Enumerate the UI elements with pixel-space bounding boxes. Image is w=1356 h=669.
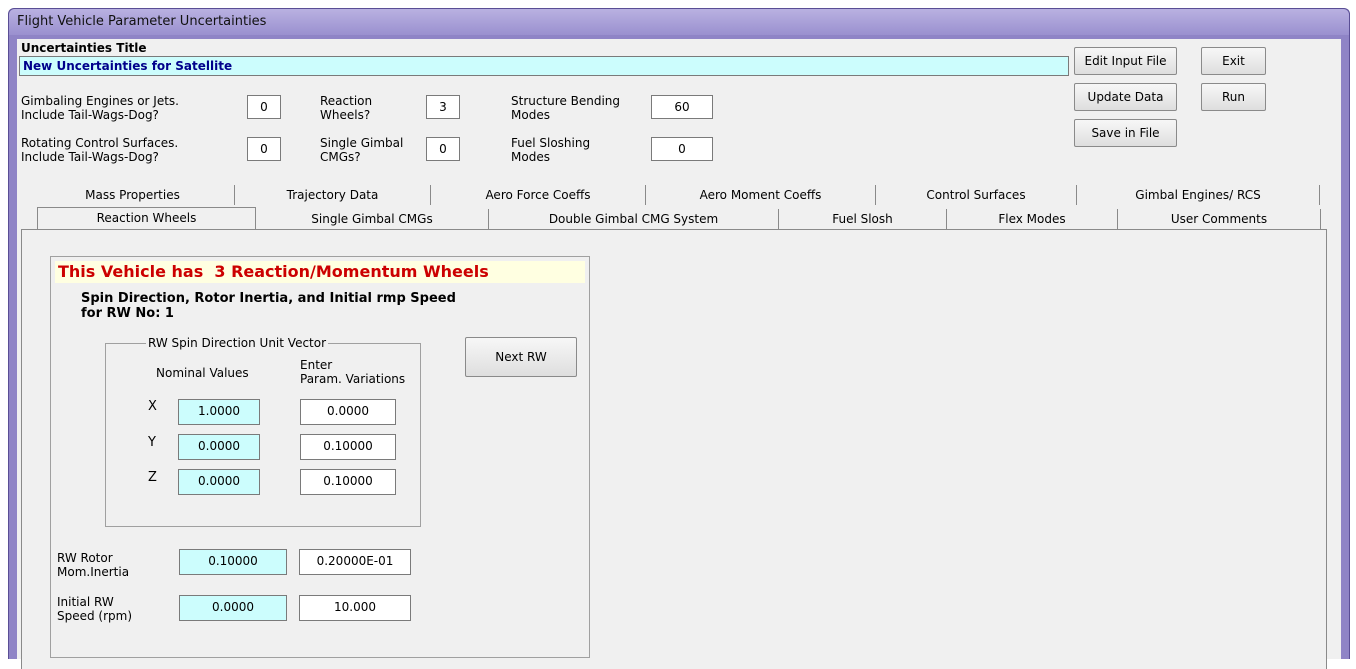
tab-aero-force-coeffs[interactable]: Aero Force Coeffs bbox=[431, 185, 646, 205]
nominal-z-field[interactable]: 0.0000 bbox=[178, 469, 260, 495]
tab-fuel-slosh[interactable]: Fuel Slosh bbox=[779, 209, 947, 229]
gimbaling-engines-label: Gimbaling Engines or Jets. Include Tail-… bbox=[21, 94, 179, 122]
initial-speed-variation-field[interactable]: 10.000 bbox=[299, 595, 411, 621]
reaction-wheels-field[interactable]: 3 bbox=[426, 95, 460, 119]
main-window: Flight Vehicle Parameter Uncertainties U… bbox=[8, 8, 1350, 669]
tab-aero-moment-coeffs[interactable]: Aero Moment Coeffs bbox=[646, 185, 876, 205]
axis-y-label: Y bbox=[148, 435, 156, 450]
variation-x-field[interactable]: 0.0000 bbox=[300, 399, 396, 425]
rotor-inertia-label: RW Rotor Mom.Inertia bbox=[57, 551, 130, 579]
nominal-x-field[interactable]: 1.0000 bbox=[178, 399, 260, 425]
spin-direction-subtitle: Spin Direction, Rotor Inertia, and Initi… bbox=[81, 291, 456, 321]
rotor-inertia-nominal-field[interactable]: 0.10000 bbox=[179, 549, 287, 575]
tab-panel: This Vehicle has 3 Reaction/Momentum Whe… bbox=[21, 229, 1327, 669]
tab-control-surfaces[interactable]: Control Surfaces bbox=[876, 185, 1077, 205]
param-variations-label: Enter Param. Variations bbox=[300, 358, 406, 386]
title-bar[interactable]: Flight Vehicle Parameter Uncertainties bbox=[9, 9, 1349, 35]
exit-button[interactable]: Exit bbox=[1201, 47, 1266, 75]
edit-input-file-button[interactable]: Edit Input File bbox=[1074, 47, 1177, 75]
client-area: Uncertainties Title New Uncertainties fo… bbox=[17, 39, 1341, 669]
gimbaling-engines-field[interactable]: 0 bbox=[247, 95, 281, 119]
variation-z-field[interactable]: 0.10000 bbox=[300, 469, 396, 495]
initial-speed-nominal-field[interactable]: 0.0000 bbox=[179, 595, 287, 621]
variation-y-field[interactable]: 0.10000 bbox=[300, 434, 396, 460]
fuel-sloshing-label: Fuel Sloshing Modes bbox=[511, 136, 591, 164]
nominal-y-field[interactable]: 0.0000 bbox=[178, 434, 260, 460]
tab-flex-modes[interactable]: Flex Modes bbox=[947, 209, 1118, 229]
reaction-wheels-label: Reaction Wheels? bbox=[320, 94, 373, 122]
axis-x-label: X bbox=[148, 399, 157, 414]
tab-double-gimbal-cmg-system[interactable]: Double Gimbal CMG System bbox=[489, 209, 779, 229]
tab-reaction-wheels[interactable]: Reaction Wheels bbox=[37, 207, 256, 229]
update-data-button[interactable]: Update Data bbox=[1074, 83, 1177, 111]
rotating-surfaces-label: Rotating Control Surfaces. Include Tail-… bbox=[21, 136, 179, 164]
rotating-surfaces-field[interactable]: 0 bbox=[247, 137, 281, 161]
nominal-values-label: Nominal Values bbox=[156, 366, 249, 380]
structure-bending-label: Structure Bending Modes bbox=[511, 94, 621, 122]
rw-frame: This Vehicle has 3 Reaction/Momentum Whe… bbox=[50, 256, 590, 658]
uncertainties-title-label: Uncertainties Title bbox=[21, 41, 147, 55]
vehicle-rw-header: This Vehicle has 3 Reaction/Momentum Whe… bbox=[55, 261, 585, 283]
tab-trajectory-data[interactable]: Trajectory Data bbox=[235, 185, 431, 205]
save-in-file-button[interactable]: Save in File bbox=[1074, 119, 1177, 147]
spin-direction-group-title: RW Spin Direction Unit Vector bbox=[146, 336, 329, 350]
rotor-inertia-variation-field[interactable]: 0.20000E-01 bbox=[299, 549, 411, 575]
fuel-sloshing-field[interactable]: 0 bbox=[651, 137, 713, 161]
single-gimbal-label: Single Gimbal CMGs? bbox=[320, 136, 404, 164]
tab-single-gimbal-cmgs[interactable]: Single Gimbal CMGs bbox=[256, 209, 489, 229]
run-button[interactable]: Run bbox=[1201, 83, 1266, 111]
next-rw-button[interactable]: Next RW bbox=[465, 337, 577, 377]
initial-speed-label: Initial RW Speed (rpm) bbox=[57, 595, 133, 623]
structure-bending-field[interactable]: 60 bbox=[651, 95, 713, 119]
tab-mass-properties[interactable]: Mass Properties bbox=[31, 185, 235, 205]
uncertainties-title-input[interactable]: New Uncertainties for Satellite bbox=[19, 56, 1069, 76]
tab-gimbal-engines-rcs[interactable]: Gimbal Engines/ RCS bbox=[1077, 185, 1320, 205]
single-gimbal-field[interactable]: 0 bbox=[426, 137, 460, 161]
spin-direction-group: RW Spin Direction Unit Vector Nominal Va… bbox=[105, 336, 421, 527]
axis-z-label: Z bbox=[148, 470, 157, 485]
window-title: Flight Vehicle Parameter Uncertainties bbox=[17, 14, 267, 29]
tab-user-comments[interactable]: User Comments bbox=[1118, 209, 1321, 229]
